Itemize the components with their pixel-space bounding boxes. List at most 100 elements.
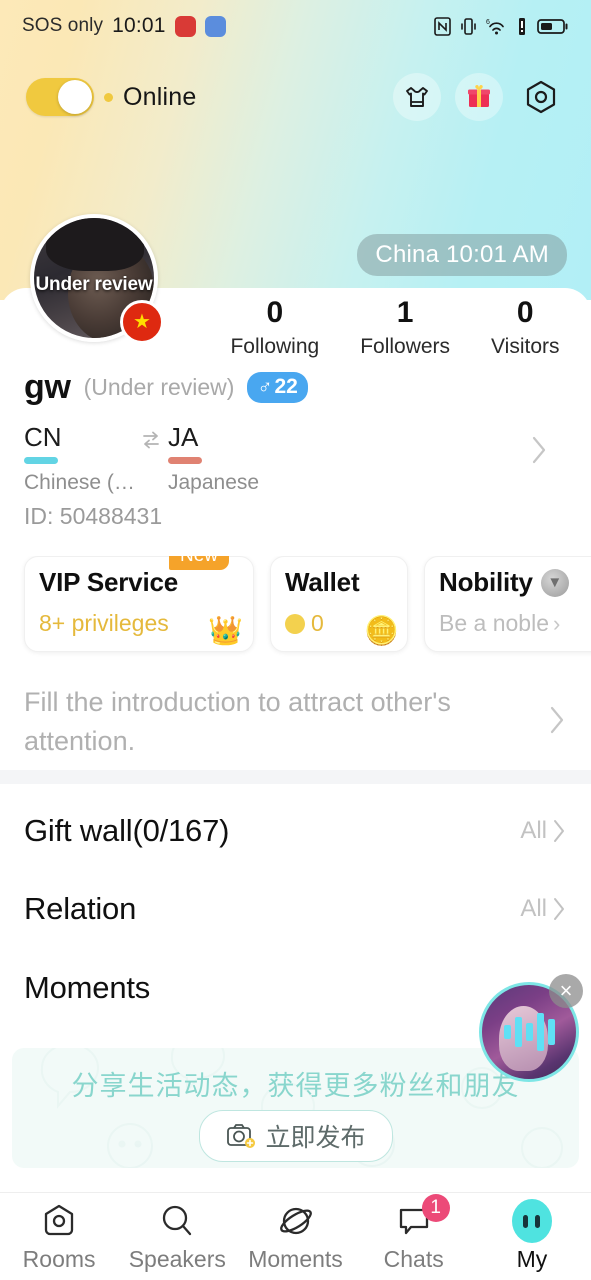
rooms-icon — [39, 1200, 79, 1242]
chats-unread-badge: 1 — [421, 1194, 450, 1222]
review-status-tag: (Under review) — [83, 374, 235, 400]
nav-item-my[interactable]: My — [473, 1199, 591, 1273]
new-badge: New — [168, 556, 229, 570]
age-value: 22 — [274, 375, 298, 398]
app-screen: SOS only 10:01 6 Online China 10:01 AM U… — [0, 0, 591, 1280]
planet-icon — [276, 1200, 316, 1242]
avatar[interactable]: Under review ★ — [30, 214, 164, 344]
battery-icon — [537, 18, 569, 35]
swap-icon[interactable] — [134, 429, 168, 451]
vip-service-card[interactable]: New VIP Service 8+ privileges 👑 — [24, 556, 254, 652]
online-toggle[interactable] — [26, 78, 94, 116]
stat-followers[interactable]: 1 Followers — [360, 296, 450, 359]
language-pair: CN Chinese (… JA Japanese — [24, 422, 567, 495]
gift-icon[interactable] — [455, 73, 503, 121]
wifi-icon: 6 — [486, 17, 507, 36]
nav-item-rooms[interactable]: Rooms — [0, 1200, 118, 1273]
language-to-code: JA — [168, 422, 199, 452]
online-dot-icon — [104, 92, 113, 102]
stat-visitors-value: 0 — [516, 296, 534, 329]
chevron-right-icon — [554, 820, 564, 842]
stat-following-value: 0 — [266, 296, 284, 329]
publish-now-label: 立即发布 — [265, 1124, 366, 1152]
red-app-icon — [174, 15, 196, 37]
bottom-navigation: Rooms Speakers Moments 1 Chats My — [0, 1192, 591, 1280]
coin-large-icon: 🪙 — [364, 615, 399, 646]
gift-wall-row[interactable]: Gift wall(0/167) All — [0, 798, 591, 864]
relation-title: Relation — [24, 891, 137, 926]
status-time: 10:01 — [112, 14, 166, 37]
identity-row: gw (Under review) ♂ 22 — [24, 368, 308, 407]
my-face-icon — [511, 1199, 552, 1243]
male-symbol-icon: ♂ — [257, 375, 273, 398]
nav-label-rooms: Rooms — [22, 1246, 96, 1272]
nav-item-chats[interactable]: 1 Chats — [355, 1194, 473, 1273]
noble-medal-icon: ▼ — [540, 568, 569, 597]
stat-visitors[interactable]: 0 Visitors — [491, 296, 559, 359]
gift-wall-title: Gift wall(0/167) — [24, 813, 230, 848]
nobility-title-label: Nobility — [439, 567, 533, 597]
my-face-shape — [511, 1199, 552, 1243]
publish-now-button[interactable]: 立即发布 — [198, 1110, 393, 1162]
gender-age-badge: ♂ 22 — [247, 372, 308, 403]
chevron-right-icon[interactable] — [529, 434, 549, 471]
user-name: gw — [24, 368, 71, 406]
relation-all-link[interactable]: All — [520, 895, 567, 923]
language-to-name: Japanese — [168, 471, 260, 495]
avatar-photo-hair — [46, 218, 145, 271]
crown-icon: 👑 — [208, 615, 243, 646]
introduction-placeholder: Fill the introduction to attract other's… — [24, 686, 451, 756]
wallet-balance: 0 — [311, 610, 324, 636]
section-divider — [0, 770, 591, 784]
vip-service-title: VIP Service — [39, 567, 178, 597]
language-from-code: CN — [24, 422, 62, 452]
blue-app-icon — [204, 15, 226, 37]
online-status-label: Online — [123, 82, 197, 111]
relation-row[interactable]: Relation All — [0, 876, 591, 942]
dress-up-icon[interactable] — [393, 73, 441, 121]
wallet-card[interactable]: Wallet 0 🪙 — [270, 556, 408, 652]
introduction-row[interactable]: Fill the introduction to attract other's… — [0, 678, 591, 766]
nobility-subtitle: Be a noble — [439, 610, 549, 636]
floating-live-bubble[interactable]: × — [479, 974, 583, 1082]
stat-following[interactable]: 0 Following — [230, 296, 319, 359]
vibrate-icon — [460, 17, 477, 36]
nav-label-speakers: Speakers — [128, 1246, 226, 1272]
close-icon[interactable]: × — [549, 974, 583, 1008]
nav-item-speakers[interactable]: Speakers — [118, 1200, 236, 1273]
top-bar: Online — [0, 62, 591, 132]
online-status-control[interactable]: Online — [26, 78, 196, 116]
nobility-card[interactable]: Nobility ▼ Be a noble › — [424, 556, 591, 652]
toggle-knob — [58, 80, 92, 114]
china-flag-badge: ★ — [120, 300, 164, 344]
language-to: JA Japanese — [168, 422, 278, 495]
nav-label-chats: Chats — [383, 1246, 444, 1272]
relation-all-label: All — [520, 895, 547, 922]
nav-label-my: My — [516, 1246, 548, 1272]
gift-wall-all-label: All — [520, 817, 547, 844]
language-from-bar — [24, 457, 58, 465]
chevron-right-icon[interactable] — [547, 704, 567, 741]
gift-wall-all-link[interactable]: All — [520, 817, 567, 845]
settings-icon[interactable] — [517, 73, 565, 121]
chat-bubble-icon: 1 — [394, 1194, 450, 1242]
feature-cards-row[interactable]: New VIP Service 8+ privileges 👑 Wallet 0… — [0, 556, 591, 658]
nobility-title: Nobility ▼ — [439, 567, 591, 598]
chevron-right-icon: › — [552, 610, 561, 636]
profile-stats: 0 Following 1 Followers 0 Visitors — [210, 296, 580, 359]
signal-alert-icon — [516, 17, 528, 36]
moments-title: Moments — [24, 970, 151, 1005]
svg-text:6: 6 — [486, 19, 490, 26]
wallet-title: Wallet — [285, 567, 360, 597]
language-pair-row[interactable]: CN Chinese (… JA Japanese — [24, 422, 567, 495]
avatar-review-overlay: Under review — [35, 274, 153, 295]
status-bar: SOS only 10:01 6 — [0, 0, 591, 52]
stat-visitors-label: Visitors — [491, 334, 560, 358]
search-icon — [157, 1200, 197, 1242]
nav-item-moments[interactable]: Moments — [236, 1200, 354, 1273]
carrier-label: SOS only — [22, 15, 104, 36]
language-from: CN Chinese (… — [24, 422, 135, 495]
nfc-icon — [434, 16, 451, 36]
status-bar-left: SOS only 10:01 — [22, 14, 226, 38]
location-time-pill: China 10:01 AM — [357, 234, 567, 276]
